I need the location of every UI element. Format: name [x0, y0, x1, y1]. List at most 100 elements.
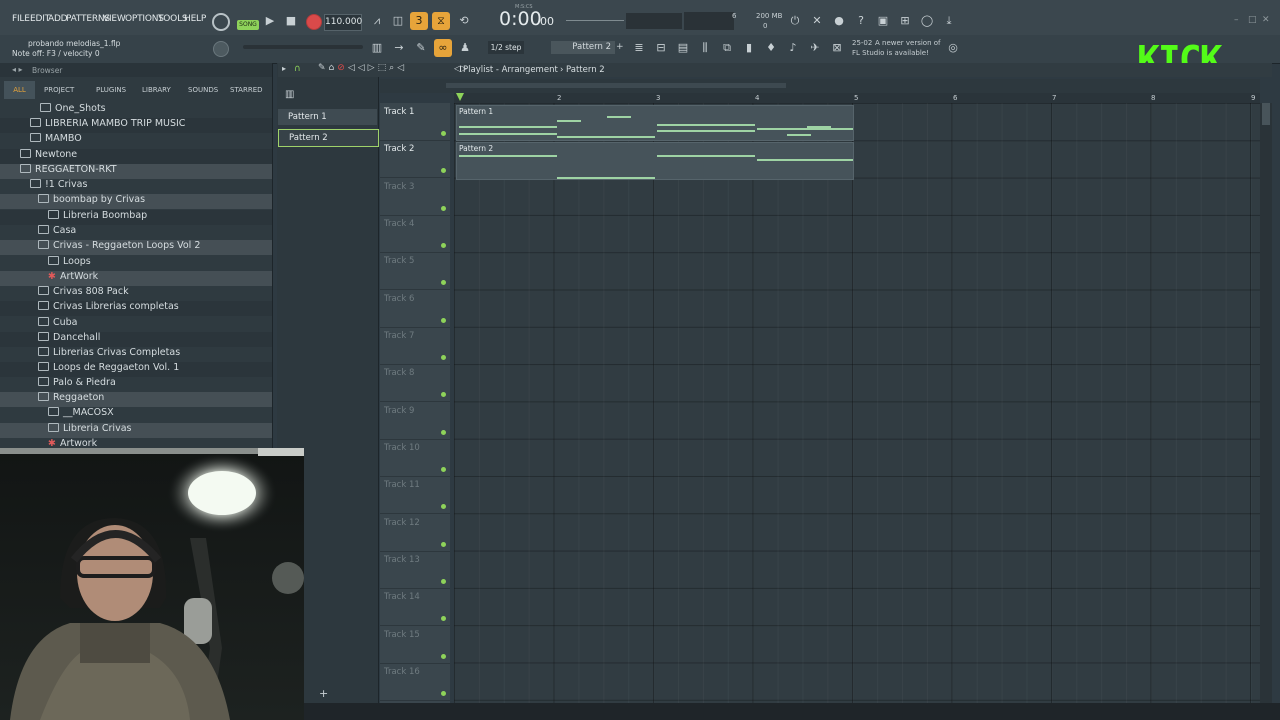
track-header[interactable]: Track 10: [380, 439, 450, 477]
plugin-icon[interactable]: ♦: [762, 39, 780, 57]
playlist-menu-arrow-icon[interactable]: ▸: [282, 64, 286, 73]
piano-roll-icon[interactable]: ⊟: [652, 39, 670, 57]
tree-item[interactable]: ✱ ArtWork: [0, 271, 272, 286]
track-header[interactable]: Track 14: [380, 588, 450, 626]
track-header[interactable]: Track 5: [380, 252, 450, 290]
track-header[interactable]: Track 2: [380, 140, 450, 178]
track-header[interactable]: Track 1: [380, 103, 450, 141]
track-enable-dot[interactable]: [441, 616, 446, 621]
time-scrubber[interactable]: [566, 20, 624, 21]
plugin-picker-icon[interactable]: ⧉: [718, 39, 736, 57]
track-enable-dot[interactable]: [441, 206, 446, 211]
browser-arrows-icon[interactable]: ◂ ▸: [12, 65, 23, 74]
track-enable-dot[interactable]: [441, 654, 446, 659]
tab-project[interactable]: PROJECT: [44, 81, 74, 99]
overview-scroll-handle[interactable]: [446, 83, 786, 88]
tree-item[interactable]: Crivas Librerias completas: [0, 301, 272, 316]
tree-item[interactable]: Librerias Crivas Completas: [0, 347, 272, 362]
tree-item[interactable]: Palo & Piedra: [0, 377, 272, 392]
piano-icon[interactable]: ▥: [285, 89, 294, 100]
tree-item[interactable]: Reggaeton: [0, 392, 272, 407]
playlist-tools-icons[interactable]: ✎⌂⊘◁◁▷⬚⌕◁: [318, 63, 407, 73]
stamp-icon[interactable]: ♟: [456, 39, 474, 57]
play-icon[interactable]: ▶: [261, 12, 279, 30]
tree-item[interactable]: MAMBO: [0, 133, 272, 148]
tree-item[interactable]: !1 Crivas: [0, 179, 272, 194]
track-enable-dot[interactable]: [441, 467, 446, 472]
download-icon[interactable]: ⤓: [940, 12, 958, 30]
track-header[interactable]: Track 8: [380, 364, 450, 402]
main-pitch-knob[interactable]: [213, 41, 229, 57]
add-pattern-icon[interactable]: +: [616, 42, 624, 52]
scrollbar-thumb[interactable]: [1262, 103, 1270, 125]
tree-item[interactable]: boombap by Crivas: [0, 194, 272, 209]
track-header[interactable]: Track 13: [380, 551, 450, 589]
tree-item[interactable]: Newtone: [0, 149, 272, 164]
vertical-scrollbar[interactable]: [1260, 103, 1272, 703]
tree-item[interactable]: Cuba: [0, 317, 272, 332]
arrow-right-icon[interactable]: →: [390, 39, 408, 57]
channel-rack-icon[interactable]: ▤: [674, 39, 692, 57]
track-enable-dot[interactable]: [441, 392, 446, 397]
track-enable-dot[interactable]: [441, 355, 446, 360]
update-text[interactable]: A newer version of: [875, 39, 941, 47]
track-header[interactable]: Track 15: [380, 626, 450, 664]
tree-item[interactable]: Loops: [0, 256, 272, 271]
record-button[interactable]: [306, 14, 322, 30]
tree-item[interactable]: Casa: [0, 225, 272, 240]
track-enable-dot[interactable]: [441, 542, 446, 547]
pattern-selector[interactable]: Pattern 2: [551, 41, 615, 54]
blend-notes-icon[interactable]: ⧖: [432, 12, 450, 30]
menu-view[interactable]: VIEW: [103, 14, 126, 24]
add-pattern-button[interactable]: +: [319, 687, 328, 700]
playlist-icon[interactable]: ≣: [630, 39, 648, 57]
cart-icon[interactable]: ⊠: [828, 39, 846, 57]
pattern-item[interactable]: Pattern 1: [278, 109, 377, 125]
pattern-clip[interactable]: Pattern 2: [456, 142, 854, 180]
playhead-marker[interactable]: [456, 93, 464, 101]
track-header[interactable]: Track 16: [380, 663, 450, 701]
tree-item[interactable]: __MACOSX: [0, 407, 272, 422]
track-enable-dot[interactable]: [441, 168, 446, 173]
track-header[interactable]: Track 11: [380, 476, 450, 514]
track-enable-dot[interactable]: [441, 280, 446, 285]
microphone-icon[interactable]: ●: [830, 12, 848, 30]
track-header[interactable]: Track 6: [380, 290, 450, 328]
menu-add[interactable]: ADD: [48, 14, 68, 24]
tree-item[interactable]: Crivas 808 Pack: [0, 286, 272, 301]
x-icon[interactable]: ✕: [808, 12, 826, 30]
link-icon[interactable]: ∞: [434, 39, 452, 57]
master-volume-knob[interactable]: [212, 13, 230, 31]
track-header[interactable]: Track 3: [380, 178, 450, 216]
track-enable-dot[interactable]: [441, 430, 446, 435]
metronome-icon[interactable]: ⩘: [368, 12, 386, 30]
maximize-icon[interactable]: □: [1248, 15, 1257, 25]
tab-library[interactable]: LIBRARY: [142, 81, 171, 99]
browser-icon[interactable]: ▮: [740, 39, 758, 57]
track-header[interactable]: Track 9: [380, 402, 450, 440]
chat-icon[interactable]: ◯: [918, 12, 936, 30]
snap-selector[interactable]: 1/2 step: [488, 41, 524, 54]
menu-edit[interactable]: EDIT: [30, 14, 50, 24]
tree-item[interactable]: Crivas - Reggaeton Loops Vol 2: [0, 240, 272, 255]
tree-item[interactable]: Libreria Crivas: [0, 423, 272, 438]
tree-item[interactable]: ✱ Artwork: [0, 438, 272, 448]
stop-icon[interactable]: ■: [282, 12, 300, 30]
loop-record-icon[interactable]: ⟲: [455, 12, 473, 30]
tab-sounds[interactable]: SOUNDS: [188, 81, 218, 99]
tree-item[interactable]: Dancehall: [0, 332, 272, 347]
track-enable-dot[interactable]: [441, 504, 446, 509]
countdown-icon[interactable]: 3: [410, 12, 428, 30]
touch-keyboard-icon[interactable]: ♪: [784, 39, 802, 57]
piano-keys-icon[interactable]: ▥: [368, 39, 386, 57]
playlist-grid[interactable]: Pattern 1 Pattern 2: [454, 103, 1260, 703]
track-enable-dot[interactable]: [441, 131, 446, 136]
mixer-sliders-icon[interactable]: ⫼: [696, 39, 714, 57]
save-icon[interactable]: ▣: [874, 12, 892, 30]
tempo-display[interactable]: 110.000: [324, 14, 362, 31]
globe-icon[interactable]: ◎: [944, 39, 962, 57]
tree-item[interactable]: Libreria Boombap: [0, 210, 272, 225]
mixer-icon[interactable]: ⊞: [896, 12, 914, 30]
close-icon[interactable]: ✕: [1262, 15, 1270, 25]
menu-help[interactable]: HELP: [184, 14, 206, 24]
